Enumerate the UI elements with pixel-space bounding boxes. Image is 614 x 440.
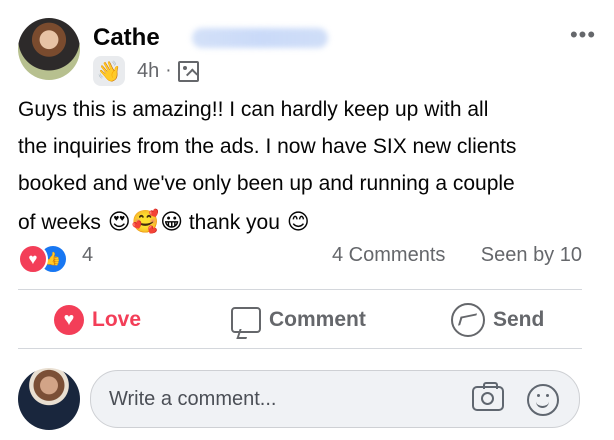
- comment-button-label: Comment: [269, 307, 366, 331]
- heart-icon: ♥: [54, 304, 84, 335]
- actions-divider-bottom: [18, 348, 582, 349]
- comment-placeholder: Write a comment...: [109, 388, 277, 410]
- more-options-icon[interactable]: •••: [568, 24, 598, 46]
- post-header: Cathe ••• 👋 4h ·: [18, 18, 598, 86]
- post-time[interactable]: 4h: [137, 60, 159, 83]
- reaction-icons[interactable]: ♥ 👍: [18, 244, 68, 274]
- post-body: Guys this is amazing!! I can hardly keep…: [18, 91, 588, 241]
- love-reaction-icon: ♥: [18, 244, 48, 274]
- love-button-label: Love: [92, 307, 142, 331]
- post-actions: ♥ Love Comment Send: [18, 296, 582, 343]
- post-body-line: of weeks 😍🥰😀 thank you 😊: [18, 203, 588, 241]
- messenger-icon: [451, 302, 485, 337]
- post-body-line: Guys this is amazing!! I can hardly keep…: [18, 98, 489, 121]
- thank-you-text: thank you: [188, 210, 280, 234]
- post-body-line: the inquiries from the ads. I now have S…: [18, 135, 517, 159]
- actions-divider-top: [18, 289, 582, 290]
- post-body-text: of weeks: [18, 210, 101, 234]
- comment-button[interactable]: Comment: [231, 296, 366, 343]
- author-avatar[interactable]: [18, 18, 80, 80]
- camera-icon[interactable]: [472, 382, 504, 411]
- comment-count[interactable]: 4 Comments: [332, 244, 445, 267]
- smiling-hearts-emoji: 🥰: [131, 208, 160, 234]
- seen-count[interactable]: Seen by 10: [481, 244, 582, 267]
- send-button[interactable]: Send: [451, 296, 544, 343]
- smiling-emoji: 😊: [286, 208, 310, 234]
- author-name[interactable]: Cathe: [93, 24, 160, 52]
- post-meta-row: 👋 4h ·: [93, 56, 199, 86]
- wave-icon: 👋: [93, 56, 125, 86]
- post-body-line: booked and we've only been up and runnin…: [18, 172, 515, 196]
- group-icon: [177, 60, 199, 82]
- comment-input[interactable]: Write a comment...: [90, 370, 580, 428]
- comment-composer: Write a comment...: [18, 367, 582, 431]
- love-button[interactable]: ♥ Love: [54, 296, 141, 343]
- reaction-summary: ♥ 👍 4 4 Comments Seen by 10: [18, 240, 582, 274]
- emoji-icon[interactable]: [527, 384, 559, 416]
- reaction-count[interactable]: 4: [82, 244, 93, 267]
- current-user-avatar[interactable]: [18, 368, 80, 430]
- meta-separator: ·: [165, 60, 172, 81]
- send-button-label: Send: [493, 307, 545, 331]
- grinning-emoji: 😀: [160, 208, 183, 234]
- heart-eyes-emoji: 😍: [107, 208, 131, 234]
- redacted-author-name: [192, 28, 328, 48]
- comment-icon: [231, 306, 261, 333]
